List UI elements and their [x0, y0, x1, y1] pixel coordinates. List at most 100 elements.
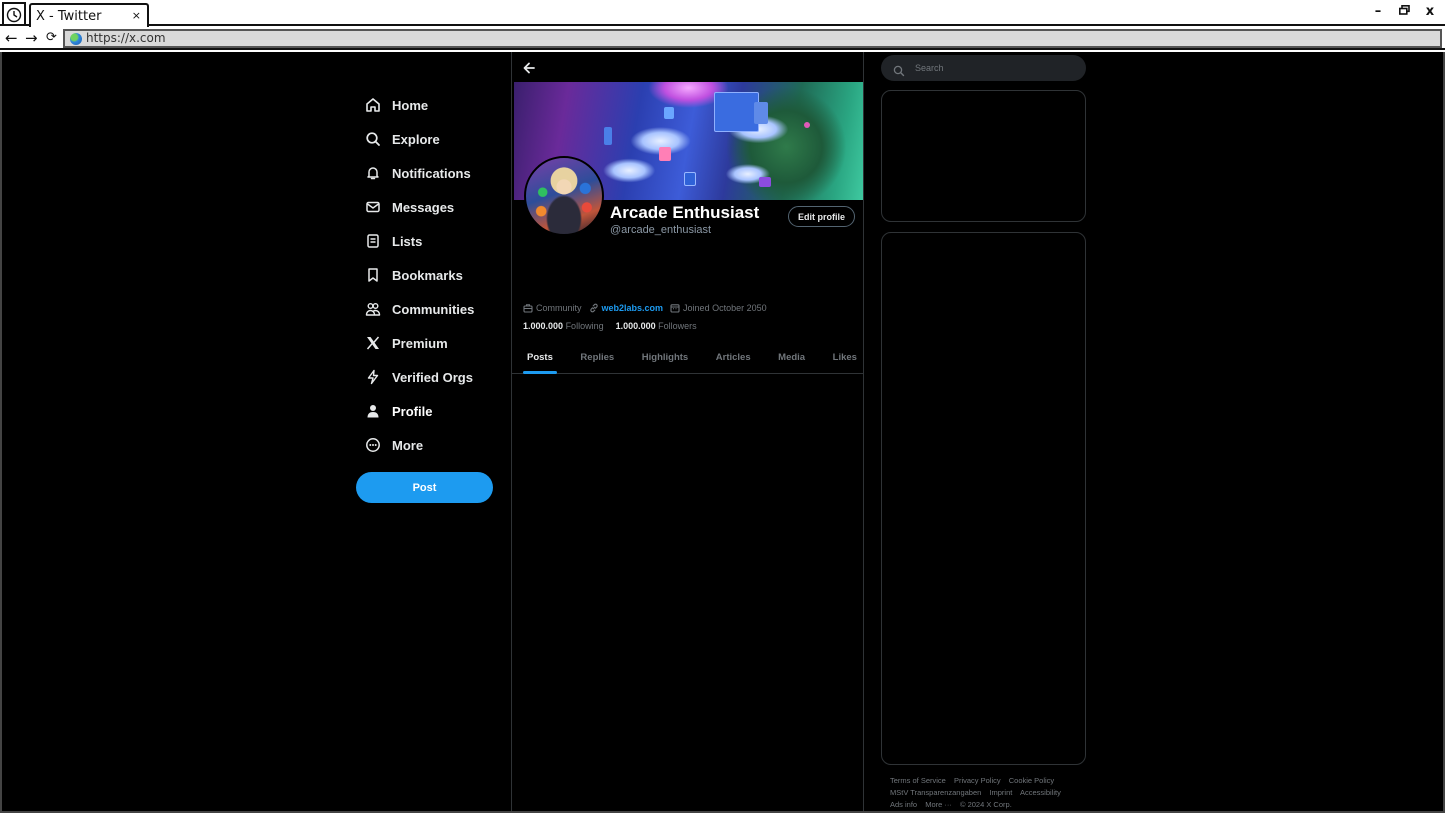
following-stat[interactable]: 1.000.000 Following [523, 321, 604, 331]
website-link[interactable]: web2labs.com [602, 303, 664, 313]
banner-decoration [804, 122, 810, 128]
calendar-icon [670, 303, 680, 313]
back-button[interactable]: ← [5, 29, 18, 47]
footer-link[interactable]: Imprint [989, 788, 1012, 797]
bell-icon [364, 164, 382, 182]
briefcase-icon [523, 303, 533, 313]
sidebar-item-notifications[interactable]: Notifications [356, 156, 506, 190]
profile-category: Community [523, 303, 582, 313]
footer-link[interactable]: Privacy Policy [954, 776, 1001, 785]
profile-tabs: Posts Replies Highlights Articles Media … [512, 340, 863, 374]
communities-icon [364, 300, 382, 318]
profile-meta: Community web2labs.com Joined October 20… [523, 303, 774, 313]
minimize-icon[interactable]: – [1371, 4, 1385, 19]
close-window-icon[interactable]: x [1423, 4, 1437, 19]
history-button[interactable] [2, 2, 26, 25]
footer-link[interactable]: Terms of Service [890, 776, 946, 785]
footer-links: Terms of Service Privacy Policy Cookie P… [890, 775, 1085, 811]
restore-icon[interactable] [1397, 4, 1411, 19]
profile-stats: 1.000.000 Following 1.000.000 Followers [523, 321, 709, 331]
search-input[interactable] [915, 63, 1075, 73]
sidebar-item-label: Home [392, 97, 429, 113]
footer-link[interactable]: Ads info [890, 800, 917, 809]
sidebar-item-label: Notifications [392, 165, 471, 181]
x-logo-icon [364, 334, 382, 352]
sidebar-item-more[interactable]: More [356, 428, 506, 462]
search-box[interactable] [881, 55, 1086, 81]
banner-decoration [684, 172, 696, 186]
tab-highlights[interactable]: Highlights [642, 340, 688, 374]
sidebar-nav: Home Explore Notifications Messages List… [356, 88, 506, 462]
browser-chrome: X - Twitter × – x ← → ⟳ https://x.com [0, 0, 1445, 52]
sidebar-item-label: Verified Orgs [392, 369, 473, 385]
address-bar[interactable]: https://x.com [63, 29, 1442, 48]
sidebar-card-bottom [881, 232, 1086, 765]
footer-link[interactable]: More ··· [925, 800, 952, 809]
following-label: Following [565, 321, 604, 331]
category-label: Community [536, 303, 582, 313]
profile-handle: @arcade_enthusiast [610, 224, 712, 236]
tab-title: X - Twitter [36, 9, 102, 24]
profile-display-name: Arcade Enthusiast [610, 203, 760, 222]
tab-likes[interactable]: Likes [833, 340, 857, 374]
edit-profile-button[interactable]: Edit profile [788, 206, 855, 227]
sidebar-item-verified-orgs[interactable]: Verified Orgs [356, 360, 506, 394]
clock-icon [6, 7, 22, 22]
sidebar-item-bookmarks[interactable]: Bookmarks [356, 258, 506, 292]
sidebar-item-label: Communities [392, 301, 475, 317]
home-icon [364, 96, 382, 114]
footer-link[interactable]: Accessibility [1020, 788, 1061, 797]
profile-avatar[interactable] [524, 156, 604, 236]
footer-link[interactable]: MStV Transparenzangaben [890, 788, 981, 797]
sidebar-item-premium[interactable]: Premium [356, 326, 506, 360]
following-count: 1.000.000 [523, 321, 564, 331]
banner-decoration [659, 147, 671, 161]
sidebar-item-profile[interactable]: Profile [356, 394, 506, 428]
envelope-icon [364, 198, 382, 216]
tab-bar: X - Twitter × – x [0, 0, 1445, 27]
lightning-icon [364, 368, 382, 386]
banner-decoration [664, 107, 674, 119]
sidebar-item-label: Premium [392, 335, 448, 351]
back-arrow-icon[interactable] [522, 60, 538, 76]
followers-label: Followers [658, 321, 697, 331]
link-icon [589, 303, 599, 313]
sidebar-item-messages[interactable]: Messages [356, 190, 506, 224]
joined-label: Joined October 2050 [683, 303, 767, 313]
forward-button[interactable]: → [25, 29, 38, 47]
sidebar-item-home[interactable]: Home [356, 88, 506, 122]
post-button[interactable]: Post [356, 472, 493, 503]
tab-articles[interactable]: Articles [716, 340, 751, 374]
tab-media[interactable]: Media [778, 340, 805, 374]
reload-button[interactable]: ⟳ [46, 30, 57, 45]
profile-joined: Joined October 2050 [670, 303, 767, 313]
list-icon [364, 232, 382, 250]
profile-website[interactable]: web2labs.com [589, 303, 664, 313]
sidebar-item-label: Bookmarks [392, 267, 463, 283]
browser-tab[interactable]: X - Twitter × [29, 3, 149, 27]
footer-link[interactable]: Cookie Policy [1009, 776, 1054, 785]
sidebar-item-lists[interactable]: Lists [356, 224, 506, 258]
person-icon [364, 402, 382, 420]
sidebar-item-communities[interactable]: Communities [356, 292, 506, 326]
globe-icon [70, 33, 82, 45]
tab-replies[interactable]: Replies [580, 340, 614, 374]
sidebar-item-explore[interactable]: Explore [356, 122, 506, 156]
banner-decoration [604, 127, 612, 145]
followers-stat[interactable]: 1.000.000 Followers [616, 321, 697, 331]
tab-close-icon[interactable]: × [132, 9, 141, 22]
sidebar-item-label: More [392, 437, 424, 453]
banner-decoration [714, 92, 759, 132]
sidebar-item-label: Explore [392, 131, 440, 147]
sidebar-card-top [881, 90, 1086, 222]
search-icon [893, 62, 905, 77]
banner-decoration [759, 177, 771, 187]
tab-posts[interactable]: Posts [523, 340, 557, 374]
window-controls: – x [1371, 4, 1437, 19]
more-circle-icon [364, 436, 382, 454]
sidebar-item-label: Lists [392, 233, 423, 249]
sidebar-item-label: Profile [392, 403, 433, 419]
banner-decoration [754, 102, 768, 124]
profile-column: Arcade Enthusiast @arcade_enthusiast Edi… [511, 52, 864, 811]
sidebar-item-label: Messages [392, 199, 455, 215]
